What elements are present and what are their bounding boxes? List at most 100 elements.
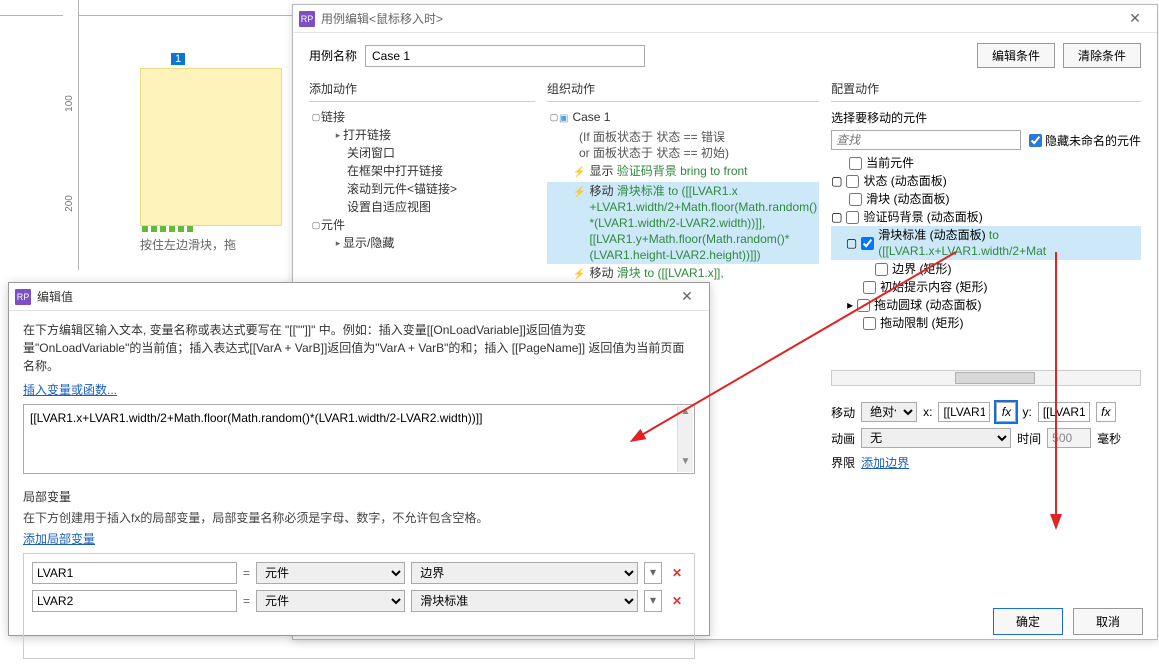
widget-check[interactable] <box>849 157 862 170</box>
widget-check[interactable] <box>846 175 859 188</box>
var-name-input[interactable] <box>32 562 237 584</box>
widget-item[interactable]: 当前元件 <box>866 155 914 171</box>
organize-action-header: 组织动作 <box>547 76 819 102</box>
close-icon[interactable]: ✕ <box>671 288 703 305</box>
tree-node[interactable]: 显示/隐藏 <box>343 235 394 251</box>
action-row[interactable]: 显示 验证码背景 bring to front <box>589 163 747 179</box>
widget-item[interactable]: 边界 (矩形) <box>892 261 951 277</box>
widget-item[interactable]: 初始提示内容 (矩形) <box>880 279 987 295</box>
insert-var-link[interactable]: 插入变量或函数... <box>23 383 117 397</box>
tree-node[interactable]: 滚动到元件<锚链接> <box>347 181 457 197</box>
action-row[interactable]: 移动 滑块标准 to ([[LVAR1.x +LVAR1.width/2+Mat… <box>589 183 817 263</box>
app-icon: RP <box>15 289 31 305</box>
widget-item[interactable]: 状态 (动态面板) <box>863 173 946 189</box>
add-bounds-link[interactable]: 添加边界 <box>861 454 909 471</box>
x-label: x: <box>923 405 932 419</box>
delete-var-icon[interactable]: ✕ <box>668 566 686 580</box>
add-action-header: 添加动作 <box>309 76 535 102</box>
widget-search-input[interactable] <box>831 130 1021 150</box>
widget-check[interactable] <box>863 281 876 294</box>
duration-input <box>1047 428 1091 448</box>
widget-item[interactable]: 拖动限制 (矩形) <box>880 315 963 331</box>
tree-node[interactable]: 打开链接 <box>343 127 391 143</box>
duration-unit: 毫秒 <box>1097 430 1121 447</box>
expression-text: [[LVAR1.x+LVAR1.width/2+Math.floor(Math.… <box>30 411 482 425</box>
x-input[interactable] <box>938 402 990 422</box>
widget-check[interactable] <box>861 237 874 250</box>
dialog-title: 编辑值 <box>37 288 671 305</box>
tree-node[interactable]: 在框架中打开链接 <box>347 163 443 179</box>
var-row: = 元件 滑块标准 ▾ ✕ <box>32 590 686 612</box>
widget-check[interactable] <box>857 299 870 312</box>
edit-condition-button[interactable]: 编辑条件 <box>977 43 1055 68</box>
cancel-button[interactable]: 取消 <box>1073 608 1143 635</box>
case-name-label: 用例名称 <box>309 47 357 64</box>
local-vars-table: = 元件 边界 ▾ ✕ = 元件 滑块标准 ▾ ✕ <box>23 553 695 659</box>
var-target-select[interactable]: 边界 <box>411 562 638 584</box>
tree-node[interactable]: 设置自适应视图 <box>347 199 431 215</box>
bounds-label: 界限 <box>831 454 855 471</box>
widget-check[interactable] <box>875 263 888 276</box>
widget-item[interactable]: 滑块标准 (动态面板) to ([[LVAR1.x+LVAR1.width/2+… <box>878 227 1141 259</box>
local-vars-help: 在下方创建用于插入fx的局部变量，局部变量名称必须是字母、数字，不允许包含空格。 <box>23 509 695 526</box>
case-actions-tree[interactable]: ▢Case 1 (If 面板状态于 状态 == 错误 or 面板状态于 状态 =… <box>547 106 819 292</box>
widget-item[interactable]: 滑块 (动态面板) <box>866 191 949 207</box>
expression-input[interactable]: [[LVAR1.x+LVAR1.width/2+Math.floor(Math.… <box>23 404 695 474</box>
vertical-scrollbar[interactable]: ▲ ▼ <box>677 406 693 472</box>
var-target-select[interactable]: 滑块标准 <box>411 590 638 612</box>
x-fx-button[interactable]: fx <box>996 402 1016 422</box>
var-name-input[interactable] <box>32 590 237 612</box>
widget-caption: 按住左边滑块，拖 <box>140 236 236 253</box>
tree-node[interactable]: 关闭窗口 <box>347 145 395 161</box>
tree-node[interactable]: 元件 <box>321 217 345 233</box>
widget-item[interactable]: 拖动圆球 (动态面板) <box>874 297 981 313</box>
y-input[interactable] <box>1038 402 1090 422</box>
select-widget-header: 选择要移动的元件 <box>831 106 1141 130</box>
ok-button[interactable]: 确定 <box>993 608 1063 635</box>
selection-index: 1 <box>171 53 185 65</box>
ruler-horizontal <box>0 0 300 16</box>
clear-condition-button[interactable]: 清除条件 <box>1063 43 1141 68</box>
add-local-var-link[interactable]: 添加局部变量 <box>23 532 95 546</box>
widget-check[interactable] <box>849 193 862 206</box>
resize-handles[interactable] <box>142 226 193 232</box>
chevron-down-icon[interactable]: ▾ <box>644 590 662 612</box>
action-library-tree[interactable]: ▢链接 ▸打开链接 关闭窗口 在框架中打开链接 滚动到元件<锚链接> 设置自适应… <box>309 106 535 292</box>
close-icon[interactable]: ✕ <box>1119 10 1151 27</box>
titlebar[interactable]: RP 用例编辑<鼠标移入时> ✕ <box>293 5 1157 33</box>
duration-label: 时间 <box>1017 430 1041 447</box>
hide-unnamed-checkbox[interactable]: 隐藏未命名的元件 <box>1029 132 1141 149</box>
app-icon: RP <box>299 11 315 27</box>
tree-node[interactable]: 链接 <box>321 109 345 125</box>
move-type-select[interactable]: 绝对位 <box>861 402 917 422</box>
chevron-down-icon[interactable]: ▾ <box>644 562 662 584</box>
configure-action-header: 配置动作 <box>831 76 1141 102</box>
instructions-text: 在下方编辑区输入文本, 变量名称或表达式要写在 "[[""]]" 中。例如：插入… <box>23 321 695 375</box>
edit-value-dialog: RP 编辑值 ✕ 在下方编辑区输入文本, 变量名称或表达式要写在 "[[""]]… <box>8 282 710 636</box>
ruler-tick: 100 <box>64 95 75 112</box>
local-vars-header: 局部变量 <box>23 488 695 505</box>
selected-shape[interactable]: 1 <box>140 68 282 226</box>
var-type-select[interactable]: 元件 <box>256 590 405 612</box>
titlebar[interactable]: RP 编辑值 ✕ <box>9 283 709 311</box>
widget-check[interactable] <box>863 317 876 330</box>
ruler-vertical: 100 200 <box>63 0 79 270</box>
y-label: y: <box>1022 405 1031 419</box>
animate-label: 动画 <box>831 430 855 447</box>
animate-select[interactable]: 无 <box>861 428 1011 448</box>
dialog-title: 用例编辑<鼠标移入时> <box>321 10 1119 27</box>
widget-tree[interactable]: 当前元件 ▢状态 (动态面板) 滑块 (动态面板) ▢验证码背景 (动态面板) … <box>831 154 1141 364</box>
widget-check[interactable] <box>846 211 859 224</box>
horizontal-scrollbar[interactable] <box>831 370 1141 386</box>
var-type-select[interactable]: 元件 <box>256 562 405 584</box>
case-node[interactable]: Case 1 <box>572 109 610 125</box>
move-label: 移动 <box>831 404 855 421</box>
equals-label: = <box>243 566 250 580</box>
widget-item[interactable]: 验证码背景 (动态面板) <box>863 209 982 225</box>
ruler-tick: 200 <box>64 195 75 212</box>
case-name-input[interactable] <box>365 45 645 67</box>
scroll-down-icon[interactable]: ▼ <box>678 456 693 472</box>
y-fx-button[interactable]: fx <box>1096 402 1116 422</box>
delete-var-icon[interactable]: ✕ <box>668 594 686 608</box>
scroll-up-icon[interactable]: ▲ <box>678 406 693 422</box>
